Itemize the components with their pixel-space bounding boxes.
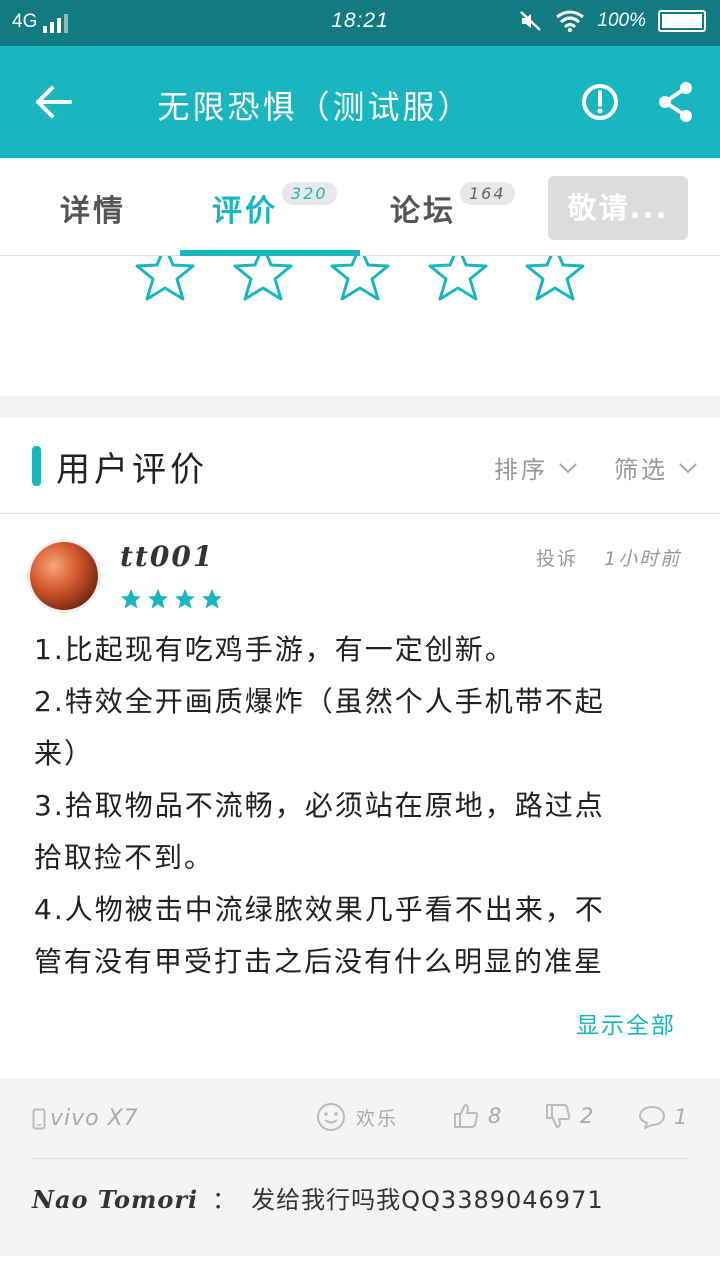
battery-percent: 100% [597,10,646,31]
sort-label: 排序 [494,456,548,484]
rate-star-4-icon[interactable] [427,256,489,304]
coming-soon-button[interactable]: 敬请... [548,176,688,240]
rate-star-3-icon[interactable] [329,256,391,304]
comment-button[interactable]: 1 [638,1104,687,1130]
filled-star-icon [121,589,141,609]
section-title: 用户评价 [56,450,208,490]
report-button[interactable] [580,82,620,122]
reply-author[interactable]: Nao Tomori [32,1185,198,1214]
filled-star-icon [202,589,222,609]
rate-game-section [0,256,720,396]
app-header: 无限恐惧（测试服） [0,46,720,158]
thumbs-up-icon [454,1104,479,1128]
reply-text: 发给我行吗我QQ3389046971 [251,1186,604,1214]
comment-count: 1 [674,1105,688,1129]
exclamation-circle-icon [582,84,618,120]
review-count-badge: 320 [282,182,337,205]
wifi-icon [556,10,585,33]
report-review-link[interactable]: 投诉 [536,544,578,571]
review-line: 4.人物被击中流绿脓效果几乎看不出来，不 [34,893,605,926]
rate-star-5-icon[interactable] [524,256,586,304]
chevron-down-icon [559,462,577,473]
next-review-card [0,1256,720,1280]
chevron-down-icon [679,462,697,473]
review-line: 2.特效全开画质爆炸（虽然个人手机带不起 [34,685,605,718]
rate-star-1-icon[interactable] [134,256,196,304]
share-button[interactable] [656,80,696,124]
review-rating [120,588,223,610]
reply-separator: ： [212,1186,238,1214]
review-footer: vivo X7 欢乐 8 2 1 Nao Tomori ： 发给我行吗我QQ3389… [0,1078,720,1244]
show-all-link[interactable]: 显示全部 [576,1006,676,1040]
section-accent-bar [32,446,41,486]
divider [32,1158,688,1159]
phone-icon [32,1108,46,1129]
tab-forum[interactable]: 论坛164 [390,182,515,230]
review-card: tt001 投诉 1小时前 1.比起现有吃鸡手游，有一定创新。 2.特效全开画质… [0,514,720,1078]
reply-item[interactable]: Nao Tomori ： 发给我行吗我QQ3389046971 [32,1180,604,1215]
review-line: 1.比起现有吃鸡手游，有一定创新。 [34,633,515,666]
device-info: vivo X7 [32,1106,139,1131]
page-title: 无限恐惧（测试服） [157,88,473,126]
comment-bubble-icon [639,1106,665,1129]
filter-label: 筛选 [614,456,668,484]
mood-tag: 欢乐 [316,1102,398,1132]
tab-bar: 详情 评价320 论坛164 敬请... [0,158,720,256]
share-icon [659,82,692,122]
review-line: 拾取捡不到。 [34,841,215,874]
tab-label: 评价 [212,194,278,229]
device-name: vivo X7 [50,1106,139,1131]
review-line: 来） [34,737,95,770]
like-button[interactable]: 8 [452,1102,501,1130]
like-count: 8 [488,1104,502,1128]
battery-icon [658,10,706,32]
dislike-count: 2 [580,1104,594,1128]
user-reviews-header: 用户评价 排序 筛选 [0,418,720,514]
forum-count-badge: 164 [460,182,515,205]
tab-label: 详情 [60,194,126,229]
review-timestamp: 1小时前 [604,548,682,570]
review-body: 1.比起现有吃鸡手游，有一定创新。 2.特效全开画质爆炸（虽然个人手机带不起 来… [34,624,674,984]
filled-star-icon [175,589,195,609]
mute-icon [520,11,542,31]
smiley-icon [317,1103,345,1131]
filter-button[interactable]: 筛选 [614,450,698,485]
review-username[interactable]: tt001 [120,540,214,573]
tab-details[interactable]: 详情 [60,186,126,230]
avatar[interactable] [30,542,98,610]
thumbs-down-icon [546,1104,571,1128]
sort-button[interactable]: 排序 [494,450,578,485]
status-icons: 100% [519,9,706,33]
dislike-button[interactable]: 2 [544,1102,593,1130]
review-line: 3.拾取物品不流畅，必须站在原地，路过点 [34,789,605,822]
mood-label: 欢乐 [356,1107,399,1130]
status-bar: 4G 18:21 100% [0,0,720,46]
tab-reviews[interactable]: 评价320 [212,182,337,230]
filled-star-icon [148,589,168,609]
review-line: 管有没有甲受打击之后没有什么明显的准星 [34,945,605,978]
tab-label: 论坛 [390,194,456,229]
rate-star-2-icon[interactable] [232,256,294,304]
